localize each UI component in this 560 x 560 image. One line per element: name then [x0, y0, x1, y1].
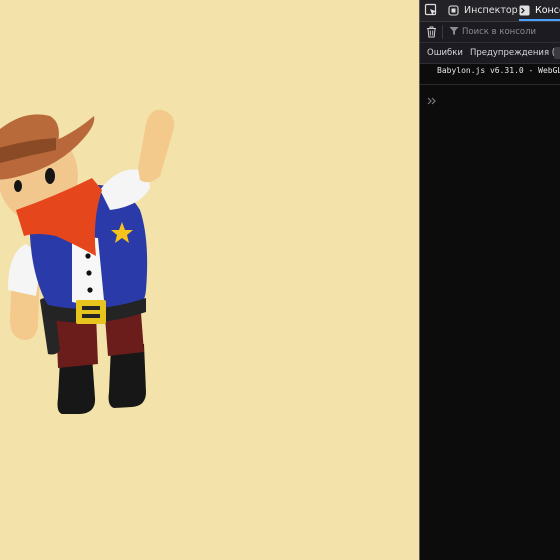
tab-console[interactable]: Консоль: [519, 0, 560, 21]
filter-warnings[interactable]: Предупреждения (9): [470, 43, 560, 63]
console-message: Babylon.js v6.31.0 - WebGL2: [437, 66, 560, 75]
babylon-render-viewport[interactable]: [0, 0, 419, 560]
console-search-input[interactable]: Поиск в консоли: [462, 22, 536, 42]
cowboy-character: [0, 109, 175, 414]
message-divider: [420, 84, 560, 85]
devtools-tabbar: Инспектор Консоль: [420, 0, 560, 22]
console-toolbar: Поиск в консоли: [420, 22, 560, 43]
toolbar-separator: [442, 25, 443, 39]
filter-errors[interactable]: Ошибки: [427, 43, 463, 63]
filter-icon: [449, 27, 459, 35]
trash-icon[interactable]: [426, 26, 437, 38]
tab-inspector[interactable]: Инспектор: [448, 0, 518, 21]
console-prompt-icon[interactable]: [427, 96, 437, 106]
inspector-icon: [448, 5, 459, 16]
tab-console-label: Консоль: [535, 5, 560, 16]
devtools-panel: Инспектор Консоль Поиск в консоли Ошибки…: [420, 0, 560, 560]
console-icon: [519, 5, 530, 16]
element-picker-icon[interactable]: [424, 3, 438, 17]
filter-more-button[interactable]: [554, 47, 560, 59]
tab-inspector-label: Инспектор: [464, 5, 518, 16]
console-filter-bar: Ошибки Предупреждения (9): [420, 43, 560, 64]
